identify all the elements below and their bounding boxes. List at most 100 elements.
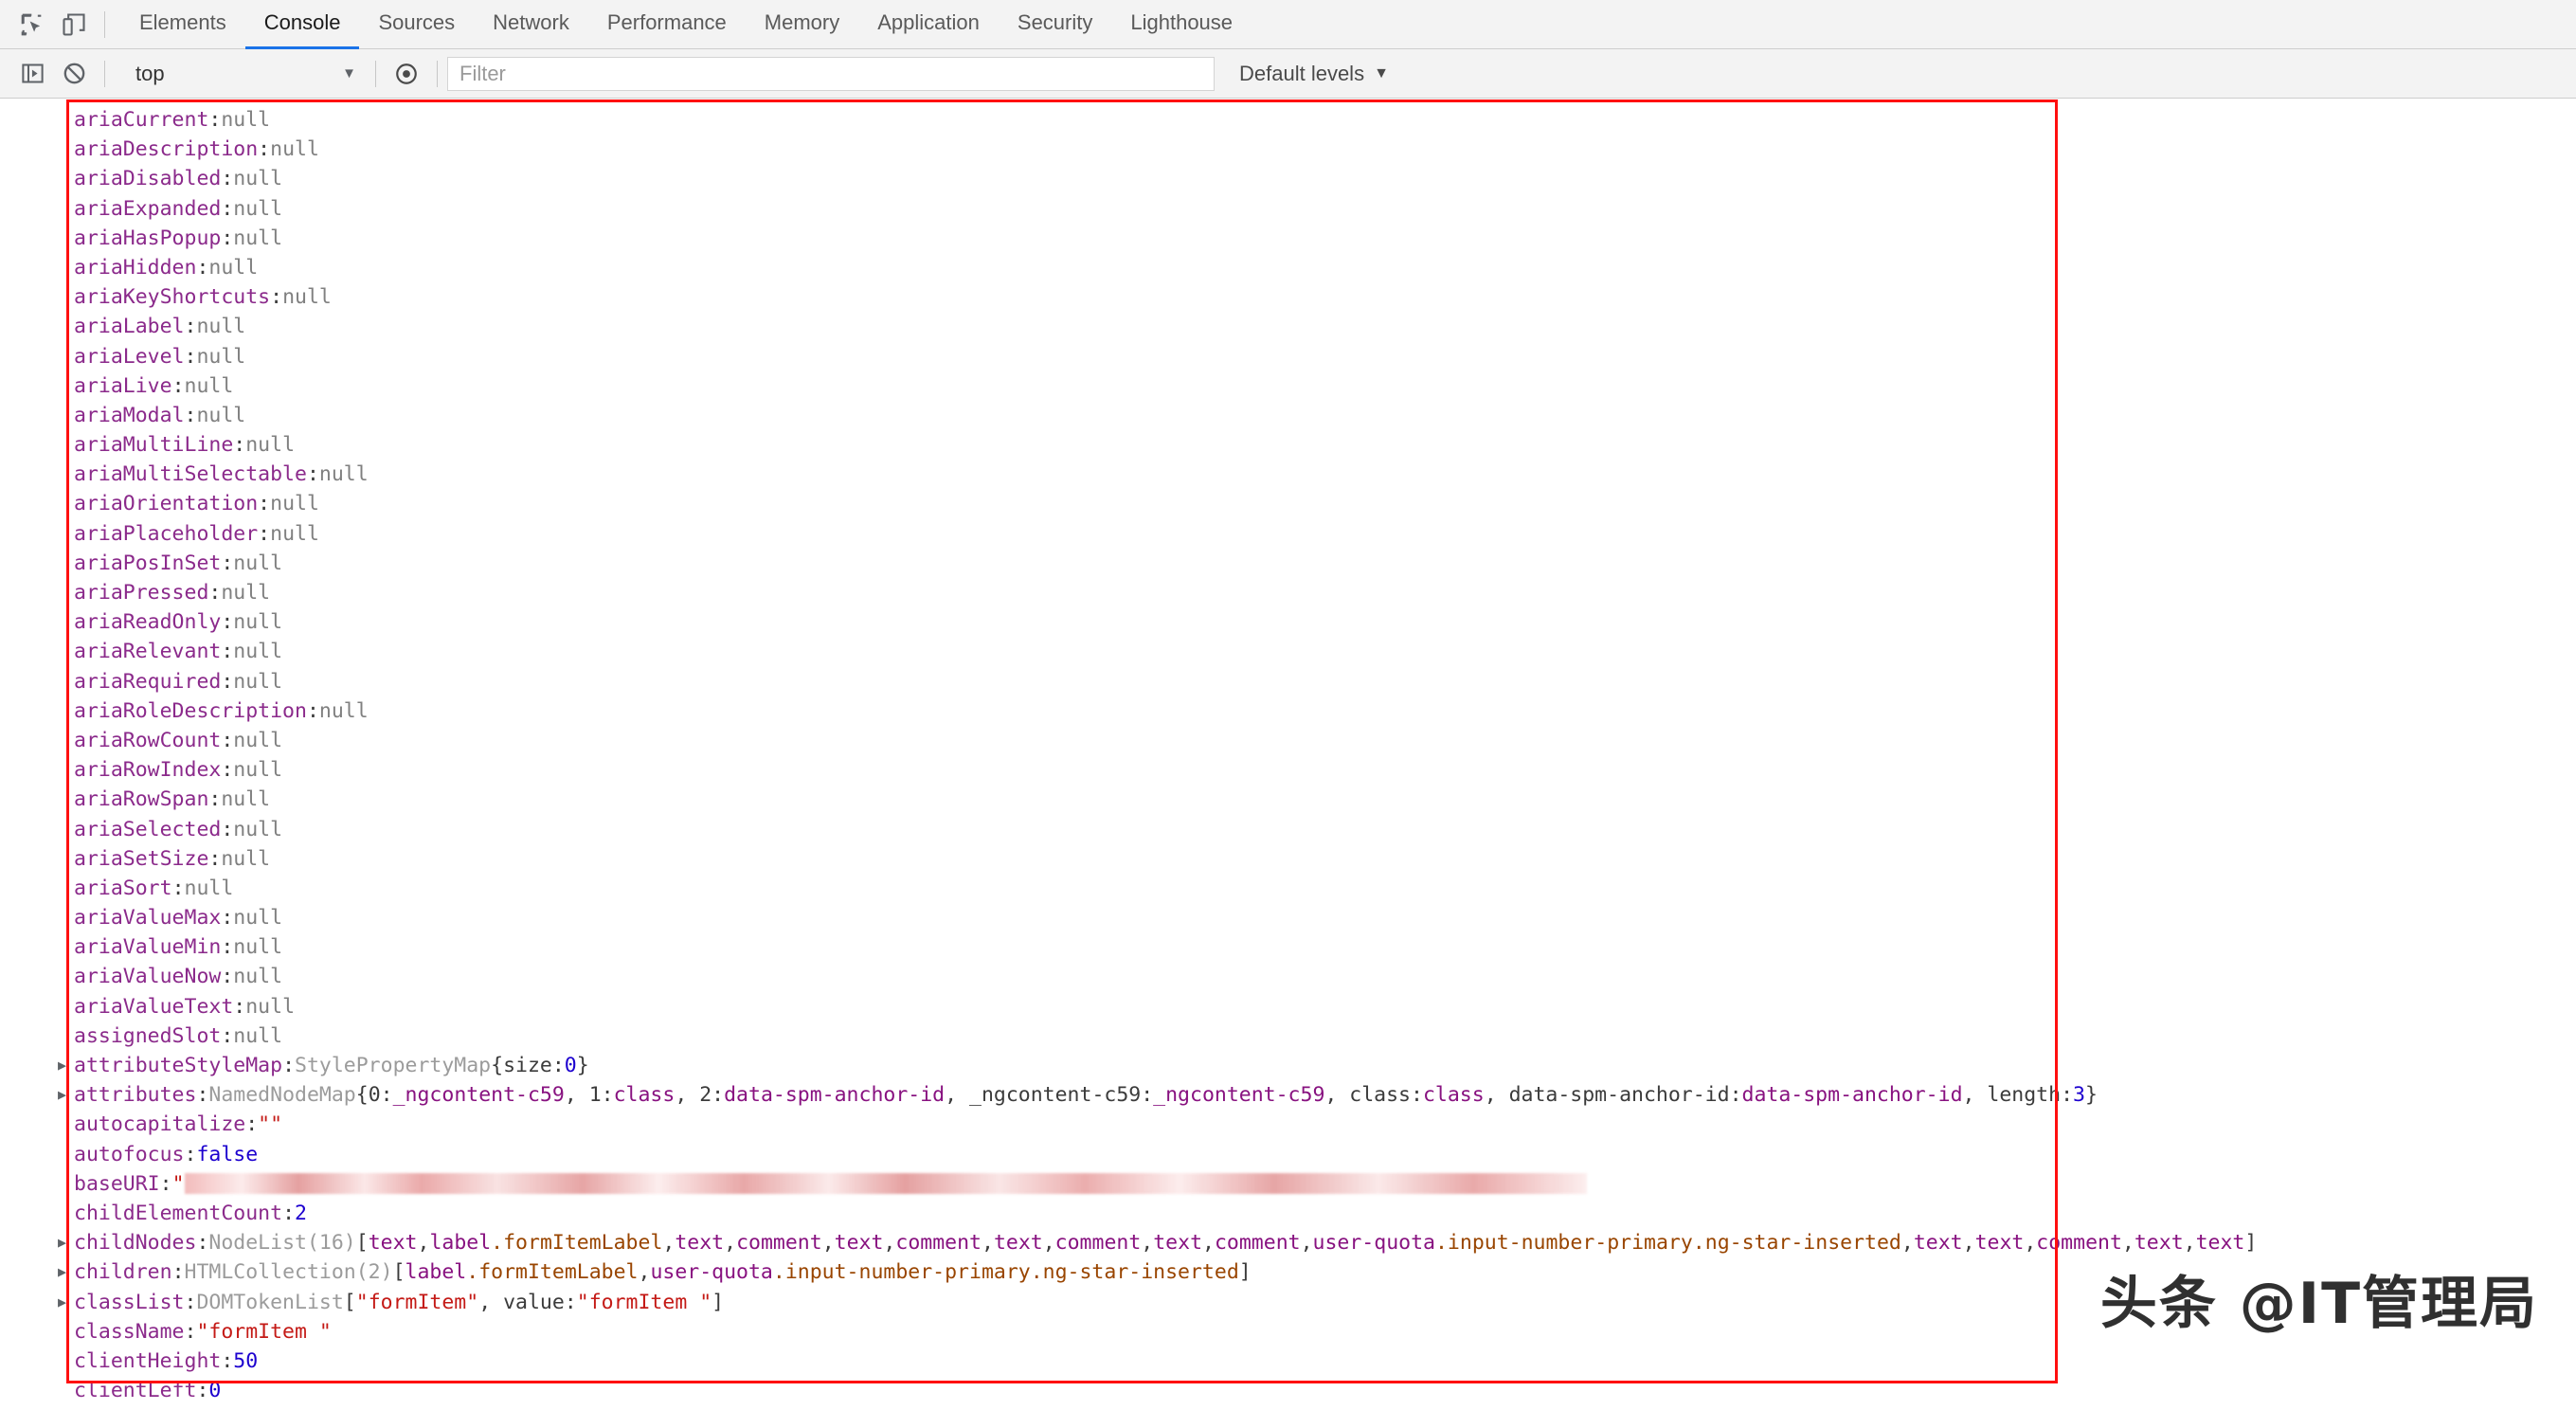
console-property-row[interactable]: ariaPressed: null [72,578,2573,607]
console-property-row[interactable]: ariaLive: null [72,371,2573,401]
console-property-row[interactable]: ariaValueText: null [72,992,2573,1021]
tab-console[interactable]: Console [244,0,360,49]
console-property-row[interactable]: ariaDescription: null [72,135,2573,164]
tab-network[interactable]: Network [474,0,588,49]
property-name: ariaDisabled [74,167,222,191]
property-value: null [233,551,283,575]
property-value: null [233,669,283,694]
console-property-row[interactable]: ▶ attributes: NamedNodeMap {0: _ngcontent… [58,1080,2573,1110]
tab-elements[interactable]: Elements [120,0,245,49]
tab-security[interactable]: Security [999,0,1111,49]
console-property-row[interactable]: ariaLevel: null [72,342,2573,371]
property-value: : [221,906,234,931]
property-name: ariaHidden [74,255,197,280]
property-name: childElementCount [74,1201,283,1225]
property-value: , [724,1231,737,1256]
console-property-row[interactable]: ariaValueMin: null [72,932,2573,962]
console-property-row[interactable]: autocapitalize: "" [72,1110,2573,1139]
property-name: clientLeft [74,1379,197,1403]
property-value: comment [1214,1231,1301,1256]
property-value: class [1422,1083,1485,1108]
console-property-row[interactable]: baseURI: " [72,1169,2573,1199]
console-property-row[interactable]: ariaPosInSet: null [72,549,2573,578]
console-property-row[interactable]: ariaSetSize: null [72,844,2573,874]
console-property-row[interactable]: ariaValueNow: null [72,962,2573,991]
console-property-row[interactable]: ariaRequired: null [72,667,2573,696]
console-property-row[interactable]: ariaCurrent: null [72,105,2573,135]
property-name: ariaPlaceholder [74,521,259,546]
tab-lighthouse[interactable]: Lighthouse [1111,0,1252,49]
console-property-row[interactable]: ariaRowCount: null [72,726,2573,755]
property-value: text [834,1231,884,1256]
devtools-tabstrip: Elements Console Sources Network Perform… [0,0,2576,49]
console-property-row[interactable]: ariaExpanded: null [72,194,2573,224]
property-value: : [258,492,271,516]
console-property-row[interactable]: ariaHasPopup: null [72,224,2573,253]
execution-context-selector[interactable]: top ▼ [115,57,366,91]
property-name: assignedSlot [74,1023,222,1048]
property-value: DOMTokenList [196,1290,344,1314]
tab-performance[interactable]: Performance [588,0,746,49]
tab-memory[interactable]: Memory [746,0,858,49]
property-value: 50 [233,1348,259,1373]
expand-triangle-icon[interactable]: ▶ [58,1080,74,1110]
console-property-row[interactable]: ariaMultiLine: null [72,430,2573,460]
device-toolbar-icon[interactable] [53,4,95,45]
console-property-row[interactable]: ariaMultiSelectable: null [72,460,2573,489]
property-value: : [221,965,234,989]
expand-triangle-icon[interactable]: ▶ [58,1288,74,1317]
property-value: null [282,285,332,310]
property-value: null [233,758,283,783]
console-property-row[interactable]: ▶ childNodes: NodeList(16) [text, label .f… [58,1228,2573,1257]
property-value: : [171,876,185,900]
console-property-row[interactable]: clientHeight: 50 [72,1347,2573,1376]
console-property-row[interactable]: autofocus: false [72,1140,2573,1169]
live-expression-eye-icon[interactable] [386,53,427,95]
property-value: null [196,315,246,339]
property-value: , _ngcontent-c59: [945,1083,1154,1108]
property-value: , [2183,1231,2196,1256]
console-property-row[interactable]: ▶ attributeStyleMap: StylePropertyMap {si… [58,1051,2573,1080]
console-property-row[interactable]: ariaValueMax: null [72,903,2573,932]
property-value: : [221,1348,234,1373]
property-value: null [233,965,283,989]
console-property-row[interactable]: ariaSelected: null [72,815,2573,844]
property-value: , [417,1231,430,1256]
property-value: , [981,1231,994,1256]
expand-triangle-icon[interactable]: ▶ [58,1228,74,1257]
console-property-row[interactable]: ariaDisabled: null [72,164,2573,193]
console-property-row[interactable]: ariaRelevant: null [72,637,2573,666]
expand-triangle-icon[interactable]: ▶ [58,1051,74,1080]
sidebar-toggle-icon[interactable] [11,53,53,95]
filter-input[interactable] [447,56,1215,91]
console-property-row[interactable]: ariaModal: null [72,401,2573,430]
tab-sources[interactable]: Sources [359,0,474,49]
property-name: classList [74,1290,185,1314]
console-property-row[interactable]: ariaKeyShortcuts: null [72,282,2573,312]
property-name: attributes [74,1083,197,1108]
property-name: ariaOrientation [74,492,259,516]
console-property-row[interactable]: ariaPlaceholder: null [72,519,2573,549]
property-value: [ [355,1231,369,1256]
console-property-row[interactable]: ariaHidden: null [72,253,2573,282]
console-property-row[interactable]: ariaOrientation: null [72,489,2573,518]
clear-console-icon[interactable] [53,53,95,95]
expand-triangle-icon[interactable]: ▶ [58,1257,74,1287]
console-property-row[interactable]: ariaSort: null [72,874,2573,903]
inspect-element-icon[interactable] [11,4,53,45]
console-property-row[interactable]: ariaRowIndex: null [72,755,2573,785]
property-value: null [221,581,271,605]
console-property-row[interactable]: clientLeft: 0 [72,1376,2573,1405]
property-value: StylePropertyMap [295,1054,492,1077]
log-levels-dropdown[interactable]: Default levels ▼ [1239,62,1389,86]
tab-application[interactable]: Application [858,0,999,49]
property-value: [ [392,1260,405,1285]
console-property-row[interactable]: childElementCount: 2 [72,1199,2573,1228]
console-output-area[interactable]: ariaCurrent: null ariaDescription: null ar… [0,99,2576,1410]
property-value: , [1300,1231,1313,1256]
console-property-row[interactable]: assignedSlot: null [72,1021,2573,1051]
console-property-row[interactable]: ariaRoleDescription: null [72,696,2573,726]
console-property-row[interactable]: ariaReadOnly: null [72,607,2573,637]
console-property-row[interactable]: ariaLabel: null [72,312,2573,341]
console-property-row[interactable]: ariaRowSpan: null [72,785,2573,814]
